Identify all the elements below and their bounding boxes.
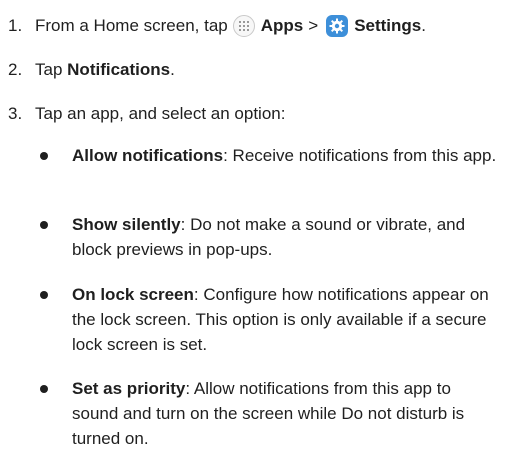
- option-term: Show silently: [72, 215, 181, 234]
- option-term: Set as priority: [72, 379, 186, 398]
- step-1: 1. From a Home screen, tap Apps > Settin…: [8, 14, 426, 38]
- option-term: On lock screen: [72, 285, 194, 304]
- step-2: 2. Tap Notifications.: [8, 58, 175, 82]
- option-allow-notifications: Allow notifications: Receive notificatio…: [40, 143, 500, 168]
- option-show-silently: Show silently: Do not make a sound or vi…: [40, 212, 500, 262]
- bullet-dot: [40, 221, 48, 229]
- bullet-dot: [40, 385, 48, 393]
- step-text: Tap: [35, 60, 63, 79]
- step-3: 3. Tap an app, and select an option:: [8, 102, 285, 126]
- step-text: From a Home screen, tap: [35, 16, 228, 35]
- option-set-as-priority: Set as priority: Allow notifications fro…: [40, 376, 500, 451]
- option-term: Allow notifications: [72, 146, 224, 165]
- bullet-dot: [40, 291, 48, 299]
- path-separator: >: [308, 16, 319, 35]
- step-number: 2.: [8, 60, 23, 79]
- bullet-dot: [40, 152, 48, 160]
- step-text: Tap an app, and select an option:: [35, 104, 286, 123]
- step-text-end: .: [170, 60, 175, 79]
- apps-grid-icon: [232, 15, 255, 37]
- option-on-lock-screen: On lock screen: Configure how notificati…: [40, 282, 500, 357]
- step-text-end: .: [421, 16, 426, 35]
- apps-label: Apps: [260, 16, 304, 35]
- option-description: : Receive notifications from this app.: [223, 146, 497, 165]
- settings-label: Settings: [354, 16, 422, 35]
- step-number: 3.: [8, 104, 23, 123]
- step-number: 1.: [8, 16, 23, 35]
- notifications-label: Notifications: [67, 60, 171, 79]
- settings-gear-icon: [326, 15, 349, 37]
